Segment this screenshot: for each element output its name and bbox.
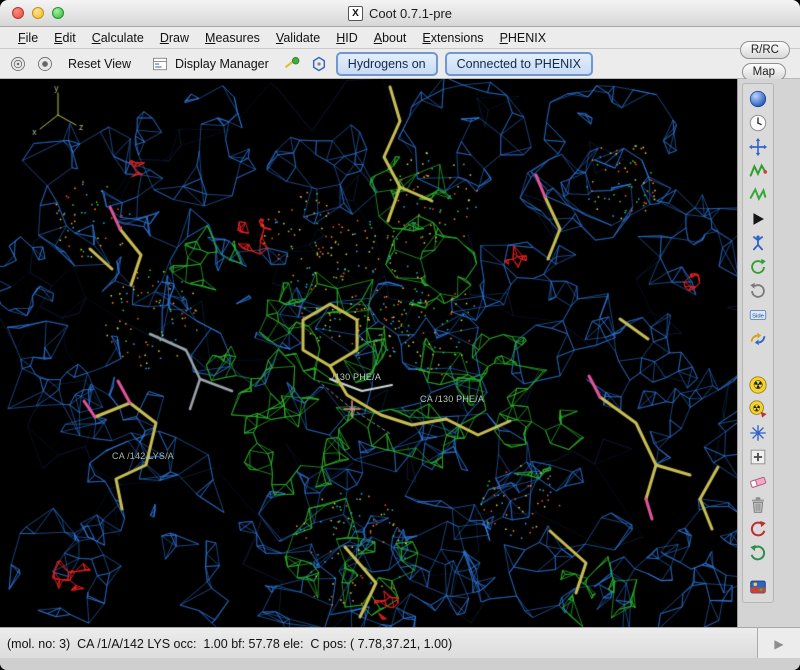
- window-footer: [0, 658, 800, 670]
- target-circle-icon[interactable]: [8, 54, 28, 74]
- zoom-button[interactable]: [52, 7, 64, 19]
- redo-icon[interactable]: [746, 541, 770, 565]
- menu-draw[interactable]: Draw: [152, 29, 197, 47]
- fix-atoms-icon[interactable]: [746, 207, 770, 231]
- go-to-atom-icon[interactable]: [282, 54, 302, 74]
- window-title-text: Coot 0.7.1-pre: [369, 6, 452, 21]
- go-to-ligand-icon[interactable]: [309, 54, 329, 74]
- close-button[interactable]: [12, 7, 24, 19]
- mutate-auto-fit-icon[interactable]: ☢: [746, 397, 770, 421]
- modelling-toolbar: Side ☢ ☢: [742, 83, 774, 603]
- gl-canvas[interactable]: [0, 79, 737, 627]
- right-tool-rail: Side ☢ ☢: [737, 79, 800, 627]
- display-manager-button[interactable]: Display Manager: [144, 51, 275, 77]
- menu-calculate[interactable]: Calculate: [84, 29, 152, 47]
- menu-validate[interactable]: Validate: [268, 29, 328, 47]
- display-manager-icon: [150, 54, 170, 74]
- mutate-icon[interactable]: ☢: [746, 373, 770, 397]
- title-bar: X Coot 0.7.1-pre: [0, 0, 800, 27]
- menu-extensions[interactable]: Extensions: [414, 29, 491, 47]
- delete-item-icon[interactable]: [746, 493, 770, 517]
- coot-window: X Coot 0.7.1-pre File Edit Calculate Dra…: [0, 0, 800, 670]
- undo-icon[interactable]: [746, 517, 770, 541]
- menu-about[interactable]: About: [366, 29, 415, 47]
- record-circle-icon[interactable]: [35, 54, 55, 74]
- side-chain-180-icon[interactable]: Side: [746, 303, 770, 327]
- menu-phenix[interactable]: PHENIX: [492, 29, 555, 47]
- real-space-refine-icon[interactable]: [746, 159, 770, 183]
- phenix-connection-button[interactable]: Connected to PHENIX: [445, 52, 593, 76]
- add-terminal-residue-icon[interactable]: [746, 421, 770, 445]
- svg-text:☢: ☢: [752, 403, 761, 414]
- svg-text:☢: ☢: [753, 378, 764, 392]
- status-bar: (mol. no: 3) CA /1/A/142 LYS occ: 1.00 b…: [0, 627, 800, 659]
- main-toolbar: Reset View Display Manager Hydrogens on …: [0, 49, 800, 79]
- reset-view-button[interactable]: Reset View: [62, 54, 137, 74]
- eraser-icon[interactable]: [746, 469, 770, 493]
- menu-file[interactable]: File: [10, 29, 46, 47]
- menu-hid[interactable]: HID: [328, 29, 366, 47]
- gl-viewport: /130 PHE/A CA /130 PHE/A CA /142 LYS/A: [0, 79, 737, 627]
- spin-view-icon[interactable]: [746, 87, 770, 111]
- rrc-button[interactable]: R/RC: [740, 41, 790, 59]
- map-colours-icon[interactable]: [746, 575, 770, 599]
- x11-icon: X: [348, 6, 363, 21]
- svg-text:Side: Side: [752, 314, 765, 320]
- display-manager-label: Display Manager: [175, 57, 269, 71]
- edit-chi-angles-icon[interactable]: [746, 255, 770, 279]
- hydrogens-toggle-button[interactable]: Hydrogens on: [336, 52, 438, 76]
- translate-view-icon[interactable]: [746, 135, 770, 159]
- menu-bar: File Edit Calculate Draw Measures Valida…: [0, 27, 800, 49]
- flip-peptide-icon[interactable]: [746, 327, 770, 351]
- content-area: /130 PHE/A CA /130 PHE/A CA /142 LYS/A: [0, 79, 800, 627]
- regularize-zone-icon[interactable]: [746, 183, 770, 207]
- status-text: (mol. no: 3) CA /1/A/142 LYS occ: 1.00 b…: [0, 637, 757, 651]
- menu-measures[interactable]: Measures: [197, 29, 268, 47]
- auto-fit-rotamer-icon[interactable]: [746, 231, 770, 255]
- window-title: X Coot 0.7.1-pre: [348, 6, 452, 21]
- status-expander-button[interactable]: ▶: [757, 628, 800, 659]
- torsion-general-icon[interactable]: [746, 279, 770, 303]
- minimize-button[interactable]: [32, 7, 44, 19]
- menu-edit[interactable]: Edit: [46, 29, 84, 47]
- add-alt-conf-icon[interactable]: [746, 445, 770, 469]
- timer-icon[interactable]: [746, 111, 770, 135]
